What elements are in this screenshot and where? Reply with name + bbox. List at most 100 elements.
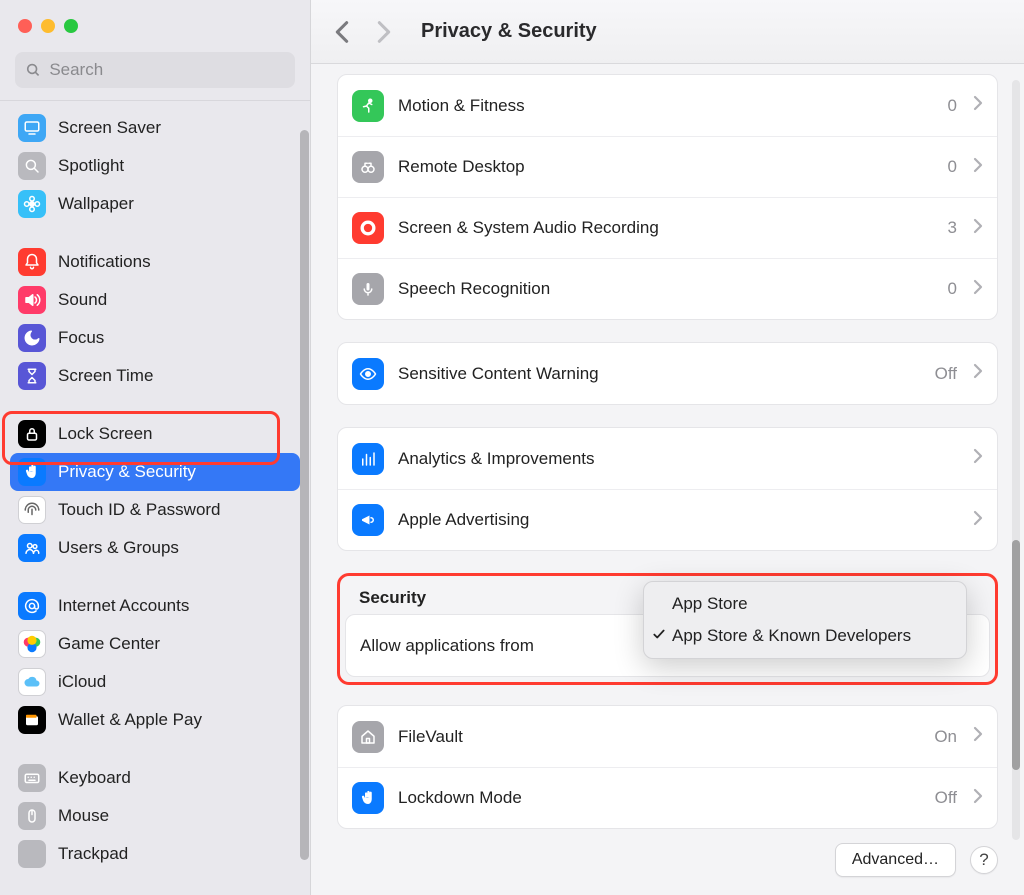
sidebar-item-internet-accounts[interactable]: Internet Accounts [10, 587, 300, 625]
sidebar-item-spotlight[interactable]: Spotlight [10, 147, 300, 185]
maximize-button[interactable] [64, 19, 78, 33]
chevron-right-icon [973, 510, 983, 531]
check-icon [652, 626, 666, 646]
sidebar-item-focus[interactable]: Focus [10, 319, 300, 357]
sidebar-item-label: Trackpad [58, 844, 128, 864]
flower-icon [18, 190, 46, 218]
help-button[interactable]: ? [970, 846, 998, 874]
gamecenter-icon [18, 630, 46, 658]
sidebar-item-privacy-security[interactable]: Privacy & Security [10, 453, 300, 491]
row-value: Off [935, 788, 957, 808]
speaker-icon [18, 286, 46, 314]
row-label: Sensitive Content Warning [398, 364, 921, 384]
row-filevault[interactable]: FileVault On [338, 706, 997, 767]
row-label: Analytics & Improvements [398, 449, 959, 469]
row-label: FileVault [398, 727, 920, 747]
sidebar-item-label: Screen Time [58, 366, 153, 386]
cloud-icon [18, 668, 46, 696]
mic-icon [352, 273, 384, 305]
row-remote-desktop[interactable]: Remote Desktop 0 [338, 136, 997, 197]
bell-icon [18, 248, 46, 276]
popup-option[interactable]: App Store [644, 588, 966, 620]
sidebar-item-label: iCloud [58, 672, 106, 692]
main-scrollbar-thumb[interactable] [1012, 540, 1020, 770]
window-titlebar [0, 0, 310, 52]
row-sensitive-content[interactable]: Sensitive Content Warning Off [338, 343, 997, 404]
sidebar-item-trackpad[interactable]: Trackpad [10, 835, 300, 873]
sidebar-item-label: Notifications [58, 252, 151, 272]
wallet-icon [18, 706, 46, 734]
sidebar-item-mouse[interactable]: Mouse [10, 797, 300, 835]
row-value: 0 [948, 157, 957, 177]
trackpad-icon [18, 840, 46, 868]
row-motion-fitness[interactable]: Motion & Fitness0 [338, 75, 997, 136]
sidebar-item-screen-saver[interactable]: Screen Saver [10, 109, 300, 147]
sidebar-item-users-groups[interactable]: Users & Groups [10, 529, 300, 567]
allow-applications-popup[interactable]: App Store App Store & Known Developers [643, 581, 967, 659]
row-value: On [934, 727, 957, 747]
row-label: Screen & System Audio Recording [398, 218, 934, 238]
nav-back-button[interactable] [335, 20, 349, 44]
sidebar-item-notifications[interactable]: Notifications [10, 243, 300, 281]
search-field[interactable] [15, 52, 295, 88]
row-lockdown[interactable]: Lockdown Mode Off [338, 767, 997, 828]
row-analytics[interactable]: Analytics & Improvements [338, 428, 997, 489]
row-value: 0 [948, 279, 957, 299]
sidebar-item-label: Screen Saver [58, 118, 161, 138]
runner-icon [352, 90, 384, 122]
sidebar-item-label: Sound [58, 290, 107, 310]
row-label: Speech Recognition [398, 279, 934, 299]
keyboard-icon [18, 764, 46, 792]
at-icon [18, 592, 46, 620]
sidebar-item-sound[interactable]: Sound [10, 281, 300, 319]
row-advertising[interactable]: Apple Advertising [338, 489, 997, 550]
row-label: Remote Desktop [398, 157, 934, 177]
chevron-right-icon [973, 95, 983, 116]
page-title: Privacy & Security [421, 20, 597, 43]
minimize-button[interactable] [41, 19, 55, 33]
sidebar-item-icloud[interactable]: iCloud [10, 663, 300, 701]
sidebar-item-label: Internet Accounts [58, 596, 189, 616]
close-button[interactable] [18, 19, 32, 33]
chart-icon [352, 443, 384, 475]
sidebar-list[interactable]: Screen Saver Spotlight Wallpaper Notificati… [0, 101, 310, 895]
sidebar-scrollbar[interactable] [300, 130, 309, 860]
row-value: Off [935, 364, 957, 384]
moon-icon [18, 324, 46, 352]
binoculars-icon [352, 151, 384, 183]
chevron-right-icon [973, 218, 983, 239]
sidebar-item-screen-time[interactable]: Screen Time [10, 357, 300, 395]
row-speech[interactable]: Speech Recognition 0 [338, 258, 997, 319]
chevron-right-icon [973, 157, 983, 178]
row-label: Lockdown Mode [398, 788, 921, 808]
chevron-right-icon [973, 726, 983, 747]
main-pane: Privacy & Security Motion & Fitness0Remo… [311, 0, 1024, 895]
sidebar-item-touch-id[interactable]: Touch ID & Password [10, 491, 300, 529]
hourglass-icon [18, 362, 46, 390]
sidebar: Screen Saver Spotlight Wallpaper Notificati… [0, 0, 311, 895]
sidebar-item-label: Spotlight [58, 156, 124, 176]
search-icon [25, 61, 41, 79]
sidebar-item-label: Wallet & Apple Pay [58, 710, 202, 730]
sidebar-item-keyboard[interactable]: Keyboard [10, 759, 300, 797]
sidebar-item-wallet[interactable]: Wallet & Apple Pay [10, 701, 300, 739]
search-input[interactable] [49, 60, 285, 80]
sidebar-item-label: Privacy & Security [58, 462, 196, 482]
content-area[interactable]: Motion & Fitness0 Remote Desktop 0 Screen &… [311, 64, 1024, 895]
toolbar: Privacy & Security [311, 0, 1024, 64]
sidebar-item-game-center[interactable]: Game Center [10, 625, 300, 663]
popup-option-label: App Store & Known Developers [672, 626, 911, 646]
sidebar-item-label: Keyboard [58, 768, 131, 788]
megaphone-icon [352, 504, 384, 536]
advanced-button[interactable]: Advanced… [835, 843, 956, 877]
row-label: Apple Advertising [398, 510, 959, 530]
sidebar-item-label: Users & Groups [58, 538, 179, 558]
nav-forward-button[interactable] [377, 20, 391, 44]
popup-option[interactable]: App Store & Known Developers [644, 620, 966, 652]
mouse-icon [18, 802, 46, 830]
monitor-icon [18, 114, 46, 142]
sidebar-item-lock-screen[interactable]: Lock Screen [10, 415, 300, 453]
row-screen-audio[interactable]: Screen & System Audio Recording3 [338, 197, 997, 258]
sidebar-item-wallpaper[interactable]: Wallpaper [10, 185, 300, 223]
popup-option-label: App Store [672, 594, 748, 614]
